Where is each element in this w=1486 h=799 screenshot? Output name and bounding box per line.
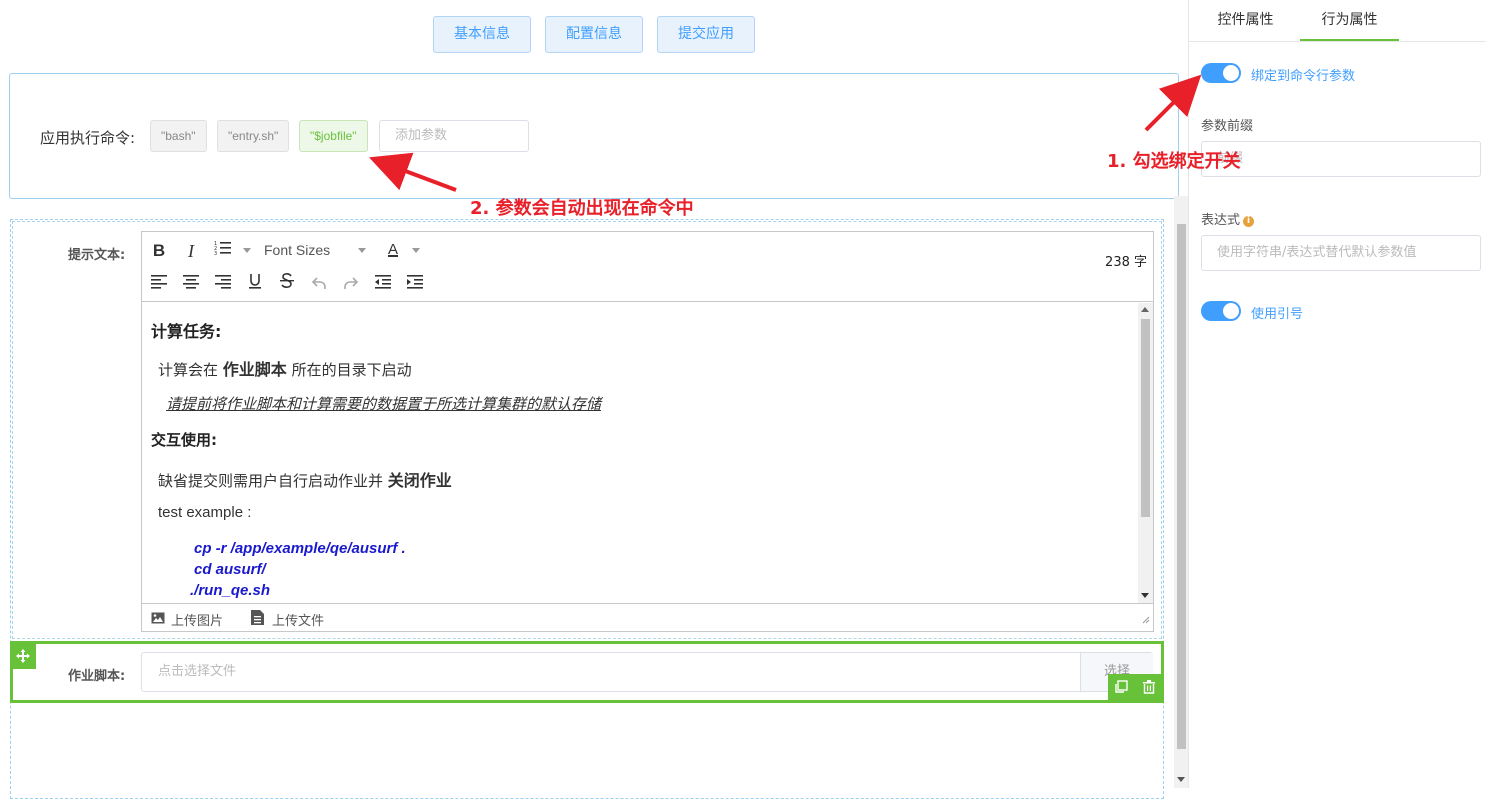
add-param-input[interactable]: 添加参数	[379, 120, 529, 152]
job-script-input[interactable]: 点击选择文件	[141, 652, 1153, 692]
rich-text-editor[interactable]: B I 123 Font Sizes A 238 字 计算任务: 计算会在 作业…	[141, 231, 1154, 632]
expression-input[interactable]: 使用字符串/表达式替代默认参数值	[1201, 235, 1481, 271]
content-code-line: ./run_qe.sh	[190, 582, 271, 599]
step-submit-app-button[interactable]: 提交应用	[657, 16, 755, 53]
tab-behavior-properties[interactable]: 行为属性	[1300, 0, 1399, 41]
tabs-divider	[1189, 41, 1486, 42]
content-paragraph-close: 缺省提交则需用户自行启动作业并 关闭作业	[158, 471, 452, 490]
expression-label: 表达式 i	[1201, 209, 1255, 228]
strikethrough-icon[interactable]	[276, 273, 298, 295]
annotation-step1: 1. 勾选绑定开关	[1107, 151, 1241, 172]
redo-icon[interactable]	[340, 273, 362, 295]
font-sizes-caret-icon[interactable]	[358, 248, 366, 253]
align-left-icon[interactable]	[148, 273, 170, 295]
main-scroll-down-icon[interactable]	[1177, 777, 1185, 782]
ordered-list-icon[interactable]: 123	[212, 240, 234, 262]
main-scrollbar[interactable]	[1174, 196, 1188, 788]
editor-content[interactable]: 计算任务: 计算会在 作业脚本 所在的目录下启动 请提前将作业脚本和计算需要的数…	[142, 303, 1138, 603]
font-color-caret-icon[interactable]	[412, 248, 420, 253]
copy-icon[interactable]	[1114, 680, 1128, 698]
command-chip-entry[interactable]: "entry.sh"	[217, 120, 290, 152]
command-chip-jobfile[interactable]: "$jobfile"	[299, 120, 368, 152]
align-right-icon[interactable]	[212, 273, 234, 295]
resize-handle-icon[interactable]	[1142, 613, 1150, 628]
scroll-down-icon[interactable]	[1141, 593, 1149, 598]
bind-cmdline-label: 绑定到命令行参数	[1251, 69, 1356, 84]
annotation-step2: 2. 参数会自动出现在命令中	[470, 198, 694, 219]
info-icon[interactable]: i	[1243, 216, 1255, 227]
font-color-button[interactable]: A	[382, 239, 404, 261]
prefix-input[interactable]: 前缀	[1201, 141, 1481, 177]
underline-icon[interactable]	[244, 273, 266, 295]
content-paragraph-example: test example :	[158, 504, 252, 521]
content-code-line: cp -r /app/example/qe/ausurf .	[194, 540, 406, 557]
editor-scroll-thumb[interactable]	[1141, 319, 1150, 517]
job-script-label: 作业脚本:	[68, 669, 126, 684]
editor-statusbar: 上传图片 上传文件	[142, 603, 1153, 631]
list-dropdown-caret-icon[interactable]	[243, 248, 251, 253]
content-paragraph-start: 计算会在 作业脚本 所在的目录下启动	[158, 360, 412, 379]
editor-toolbar: B I 123 Font Sizes A 238 字	[142, 232, 1153, 302]
field-actions	[1108, 674, 1164, 700]
indent-icon[interactable]	[404, 273, 426, 295]
svg-text:3: 3	[214, 251, 217, 256]
prompt-field-label: 提示文本:	[68, 248, 126, 263]
undo-icon[interactable]	[308, 273, 330, 295]
scroll-up-icon[interactable]	[1141, 307, 1149, 312]
command-box: 应用执行命令: "bash" "entry.sh" "$jobfile" 添加参…	[9, 73, 1179, 199]
content-paragraph-note: 请提前将作业脚本和计算需要的数据置于所选计算集群的默认存储	[166, 395, 602, 413]
use-quotes-switch[interactable]	[1201, 301, 1241, 321]
file-icon[interactable]	[251, 610, 264, 629]
upload-image-button[interactable]: 上传图片	[171, 610, 223, 629]
bold-button[interactable]: B	[148, 240, 170, 262]
upload-file-button[interactable]: 上传文件	[272, 610, 324, 629]
use-quotes-label: 使用引号	[1251, 307, 1304, 322]
step-basic-info-button[interactable]: 基本信息	[433, 16, 531, 53]
align-center-icon[interactable]	[180, 273, 202, 295]
drag-move-icon[interactable]	[10, 643, 36, 669]
properties-panel: 控件属性 行为属性 绑定到命令行参数 参数前缀 前缀 表达式 i 使用字符串/表达…	[1188, 0, 1486, 788]
word-count: 238 字	[1105, 255, 1147, 270]
outdent-icon[interactable]	[372, 273, 394, 295]
prefix-label: 参数前缀	[1201, 119, 1254, 134]
content-heading-interactive: 交互使用:	[151, 431, 217, 449]
tab-control-properties[interactable]: 控件属性	[1198, 0, 1293, 41]
main-scroll-thumb[interactable]	[1177, 224, 1186, 749]
bind-cmdline-switch[interactable]	[1201, 63, 1241, 83]
italic-button[interactable]: I	[180, 240, 202, 262]
step-config-info-button[interactable]: 配置信息	[545, 16, 643, 53]
content-heading-task: 计算任务:	[151, 322, 222, 341]
editor-scrollbar[interactable]	[1138, 303, 1153, 603]
content-code-line: cd ausurf/	[194, 561, 266, 578]
command-chip-bash[interactable]: "bash"	[150, 120, 207, 152]
image-icon[interactable]	[151, 612, 165, 628]
delete-icon[interactable]	[1142, 680, 1156, 698]
font-sizes-select[interactable]: Font Sizes	[264, 242, 330, 258]
command-label: 应用执行命令:	[40, 129, 136, 147]
